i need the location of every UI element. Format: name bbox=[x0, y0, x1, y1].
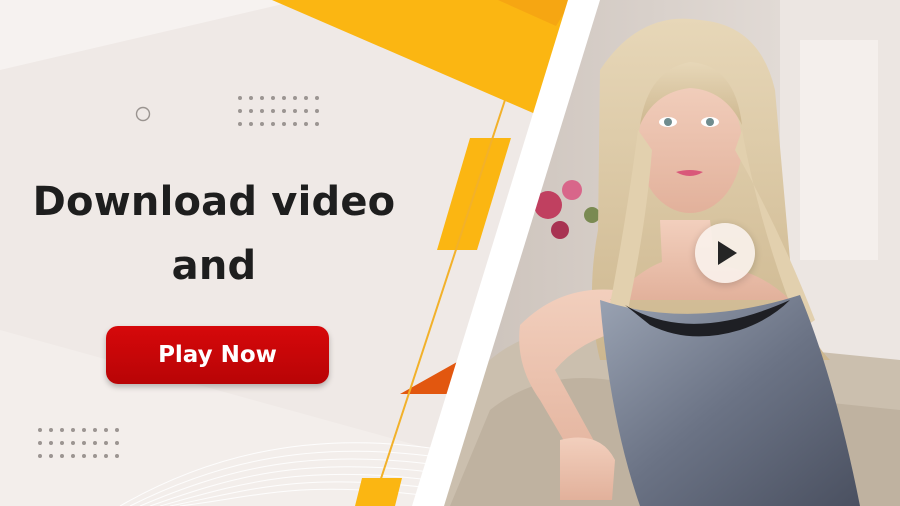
video-play-button[interactable] bbox=[695, 223, 755, 283]
headline-line-1: Download video bbox=[32, 179, 396, 225]
headline-line-2: and bbox=[171, 243, 257, 289]
headline: Download video and bbox=[0, 170, 428, 298]
ad-banner: Download video and Play Now bbox=[0, 0, 900, 506]
yellow-block bbox=[355, 478, 402, 506]
play-icon bbox=[718, 241, 737, 265]
play-now-button[interactable]: Play Now bbox=[106, 326, 329, 384]
